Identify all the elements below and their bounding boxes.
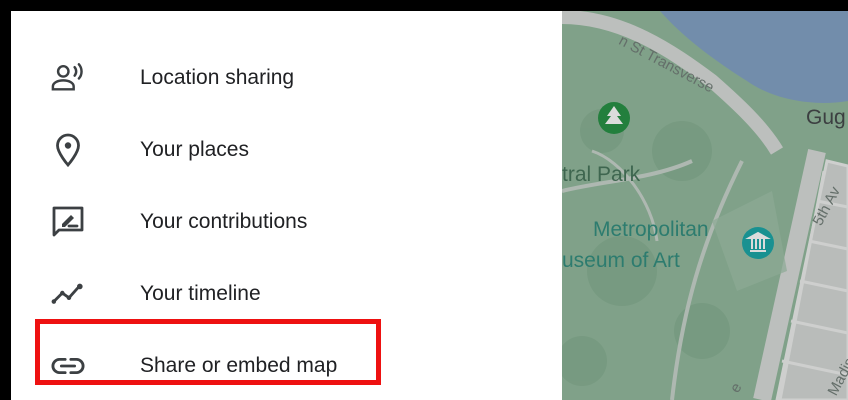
map-graphic [562,11,848,400]
map-preview[interactable]: tral Park Metropolitan useum of Art Gug … [562,11,848,400]
menu-item-location-sharing[interactable]: Location sharing [11,42,562,114]
location-pin-icon [51,133,85,167]
menu-item-your-places[interactable]: Your places [11,114,562,186]
map-label-guggenheim: Gug [806,106,846,129]
contributions-icon [51,205,85,239]
menu-item-label: Your timeline [140,282,261,305]
screenshot-frame: Location sharing Your places Your contri… [11,11,848,400]
highlight-box [35,319,381,385]
map-label-park: tral Park [562,163,641,186]
timeline-icon [51,277,85,311]
menu-item-label: Your places [140,138,249,161]
menu-item-label: Your contributions [140,210,308,233]
side-menu: Location sharing Your places Your contri… [11,11,562,400]
map-label-museum-line2: useum of Art [562,249,680,272]
map-label-museum-line1: Metropolitan [593,218,709,241]
location-sharing-icon [51,61,85,95]
menu-item-label: Location sharing [140,66,295,89]
menu-item-your-contributions[interactable]: Your contributions [11,186,562,258]
